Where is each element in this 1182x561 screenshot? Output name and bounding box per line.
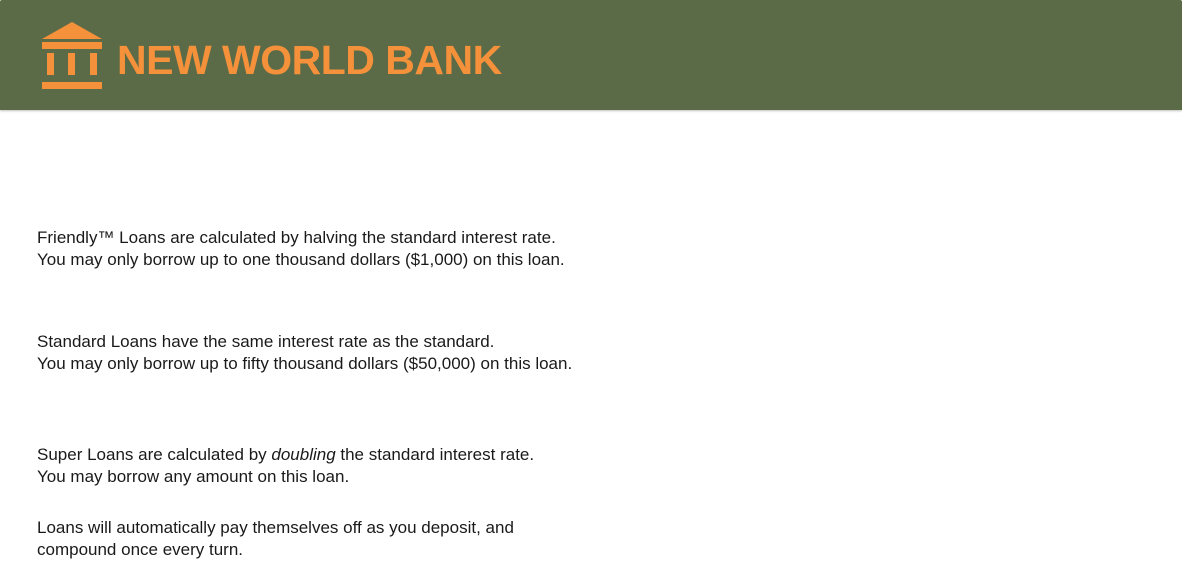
- loan-repayment-description: Loans will automatically pay themselves …: [37, 517, 514, 561]
- super-loan-description: Super Loans are calculated by doubling t…: [37, 444, 534, 488]
- super-loan-rate-suffix: the standard interest rate.: [335, 445, 535, 464]
- friendly-loan-description: Friendly™ Loans are calculated by halvin…: [37, 227, 565, 271]
- standard-loan-rate-text: Standard Loans have the same interest ra…: [37, 332, 495, 351]
- repayment-text-line1: Loans will automatically pay themselves …: [37, 518, 514, 537]
- super-loan-rate-emphasis: doubling: [271, 445, 336, 464]
- friendly-loan-rate-text: Friendly™ Loans are calculated by halvin…: [37, 228, 556, 247]
- repayment-text-line2: compound once every turn.: [37, 540, 244, 559]
- super-loan-rate-text: Super Loans are calculated by doubling t…: [37, 444, 534, 466]
- standard-loan-limit-text: You may only borrow up to fifty thousand…: [37, 354, 573, 373]
- app-header: NEW WORLD BANK: [0, 0, 1182, 110]
- standard-loan-description: Standard Loans have the same interest ra…: [37, 331, 572, 375]
- super-loan-rate-prefix: Super Loans are calculated by: [37, 445, 272, 464]
- bank-brand-name: NEW WORLD BANK: [117, 37, 502, 83]
- bank-building-icon: [42, 22, 102, 89]
- super-loan-limit-text: You may borrow any amount on this loan.: [37, 467, 350, 486]
- friendly-loan-limit-text: You may only borrow up to one thousand d…: [37, 250, 565, 269]
